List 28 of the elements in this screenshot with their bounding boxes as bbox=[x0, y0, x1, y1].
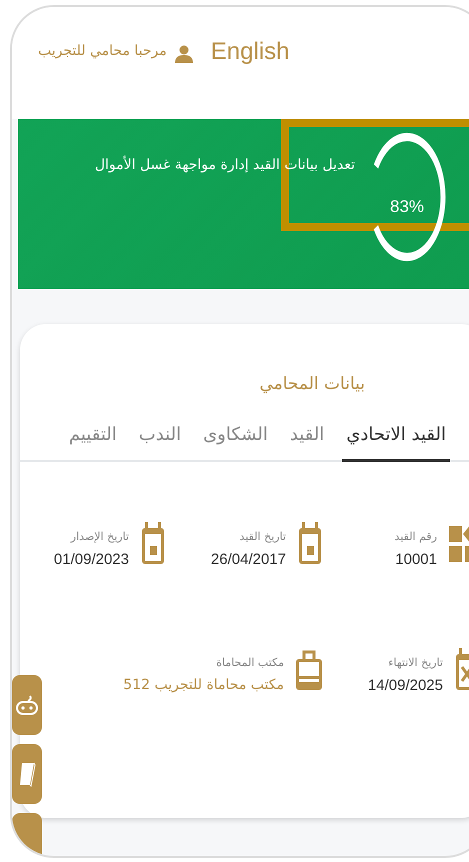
side-tab[interactable] bbox=[12, 744, 42, 804]
briefcase-icon bbox=[296, 648, 322, 692]
field-label: تاريخ الإصدار bbox=[69, 530, 129, 543]
progress-percent: 83% bbox=[390, 197, 424, 217]
field-value: 01/09/2023 bbox=[54, 551, 129, 568]
tab[interactable]: القيد الاتحادي bbox=[342, 424, 450, 462]
book-icon bbox=[18, 761, 36, 787]
field-label: رقم القيد bbox=[394, 530, 437, 543]
tab[interactable]: القيد bbox=[286, 424, 328, 462]
language-link[interactable]: English bbox=[210, 38, 290, 66]
section-title: بيانات المحامي bbox=[258, 374, 366, 394]
calendar-icon bbox=[141, 522, 165, 566]
field-value: 26/04/2017 bbox=[210, 551, 286, 568]
user-icon[interactable] bbox=[174, 45, 193, 63]
tab[interactable]: الشكاوى bbox=[199, 424, 272, 462]
field-label: تاريخ القيد bbox=[238, 530, 286, 543]
field-value: مكتب محاماة للتجريب 512 bbox=[123, 677, 284, 693]
greeting-text: مرحبا محامي للتجريب bbox=[38, 43, 167, 59]
tab[interactable]: الندب bbox=[134, 424, 186, 462]
gamepad-icon bbox=[16, 694, 38, 716]
field-value: 10001 bbox=[394, 551, 437, 568]
calendar-icon bbox=[298, 522, 322, 566]
field-label: تاريخ الانتهاء bbox=[387, 656, 443, 669]
side-tab[interactable] bbox=[12, 813, 42, 856]
tab[interactable]: التقييم bbox=[64, 424, 121, 462]
field-value: 14/09/2025 bbox=[368, 677, 443, 694]
field-label: مكتب المحاماة bbox=[215, 656, 284, 669]
side-tab[interactable] bbox=[12, 675, 42, 735]
